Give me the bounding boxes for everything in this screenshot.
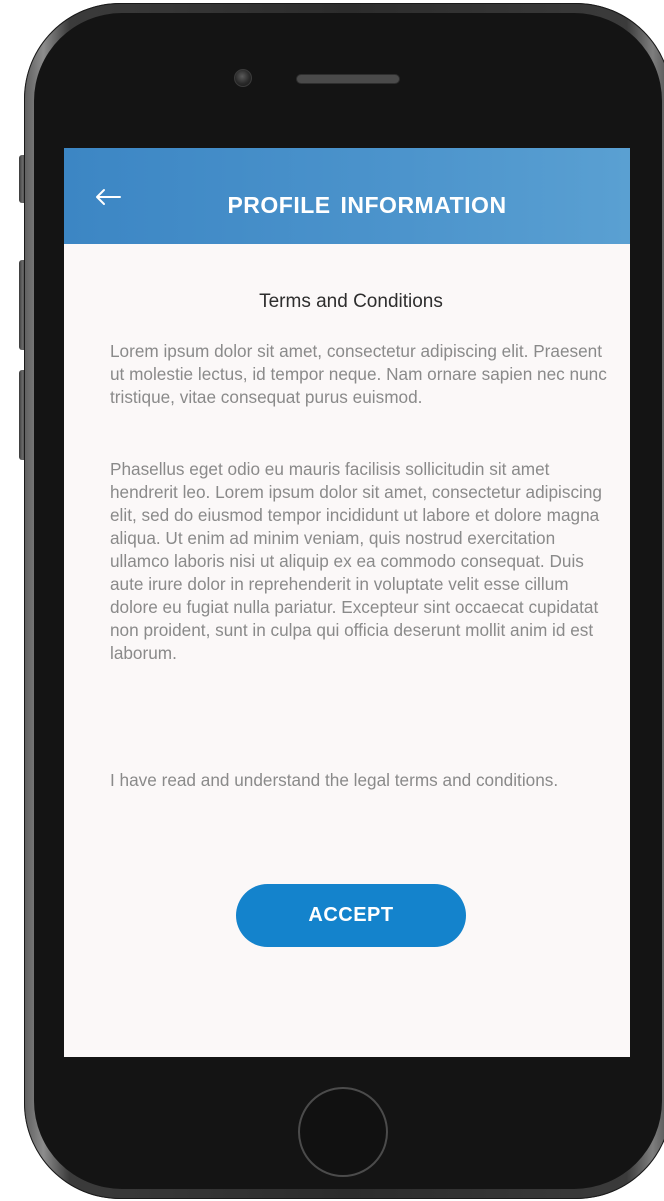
terms-heading: Terms and Conditions [259, 291, 443, 312]
page-title: PROFILE INFORMATION [227, 192, 507, 218]
front-camera [234, 69, 252, 87]
app-screen: PROFILE INFORMATION Terms and Conditions… [64, 148, 630, 1057]
phone-mockup: PROFILE INFORMATION Terms and Conditions… [0, 0, 664, 1201]
app-header: PROFILE INFORMATION [64, 148, 630, 244]
terms-acknowledgement: I have read and understand the legal ter… [110, 770, 559, 790]
terms-paragraph-1: Lorem ipsum dolor sit amet, consectetur … [110, 341, 607, 407]
accept-button[interactable]: ACCEPT [236, 884, 466, 947]
earpiece-speaker [296, 74, 400, 84]
terms-paragraph-2: Phasellus eget odio eu mauris facilisis … [110, 459, 602, 663]
home-button[interactable] [298, 1087, 388, 1177]
